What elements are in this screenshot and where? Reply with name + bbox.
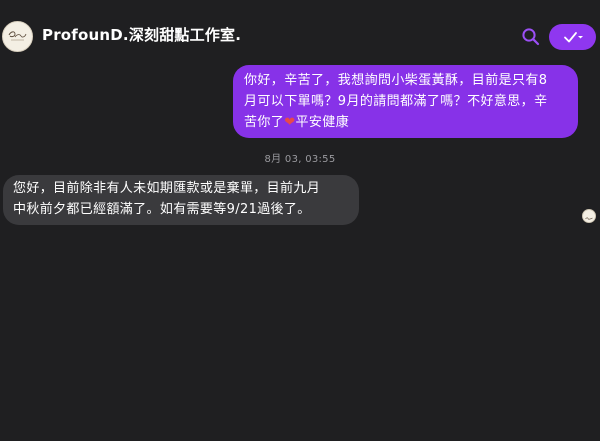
chat-title: ProfounD.深刻甜點工作室.	[42, 26, 242, 44]
message-line: 苦你了❤平安健康	[244, 112, 568, 133]
incoming-message-bubble[interactable]: 您好，目前除非有人未如期匯款或是棄單，目前九月 中秋前夕都已經額滿了。如有需要等…	[3, 175, 359, 225]
checkmark-dropdown-icon	[564, 32, 583, 43]
chat-header: ProfounD.深刻甜點工作室.	[0, 0, 600, 60]
message-timestamp: 8月 03, 03:55	[264, 154, 336, 165]
message-line: 月可以下單嗎？9月的請問都滿了嗎？不好意思，辛	[244, 94, 548, 109]
search-icon	[522, 28, 540, 46]
message-text: 平安健康	[295, 115, 350, 130]
seen-logo-icon	[583, 213, 595, 222]
seen-avatar-icon	[582, 209, 596, 223]
profile-avatar[interactable]	[2, 21, 33, 52]
message-line: 您好，目前除非有人未如期匯款或是棄單，目前九月	[13, 181, 321, 196]
mark-done-button[interactable]	[549, 24, 596, 50]
message-line: 中秋前夕都已經額滿了。如有需要等9/21過後了。	[13, 202, 311, 217]
heart-emoji-icon: ❤	[284, 115, 296, 130]
search-button[interactable]	[521, 27, 541, 47]
chat-window: ProfounD.深刻甜點工作室. 你好，辛苦了，我想詢問小柴蛋黃酥，目前是只有…	[0, 0, 600, 441]
message-text: 苦你了	[244, 115, 285, 130]
outgoing-message-bubble[interactable]: 你好，辛苦了，我想詢問小柴蛋黃酥，目前是只有8 月可以下單嗎？9月的請問都滿了嗎…	[233, 65, 578, 138]
profoundd-logo-icon	[3, 22, 32, 51]
message-line: 你好，辛苦了，我想詢問小柴蛋黃酥，目前是只有8	[244, 73, 548, 88]
